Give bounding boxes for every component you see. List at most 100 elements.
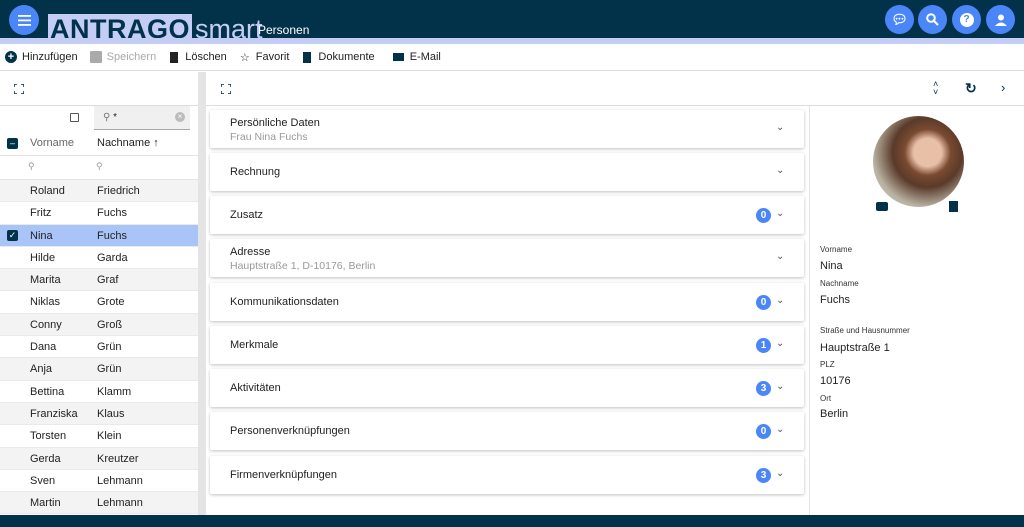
favorite-button[interactable]: ☆ Favorit	[239, 51, 290, 64]
chevron-down-icon: ⌄	[776, 468, 785, 479]
chevron-down-icon: ⌄	[776, 251, 785, 262]
section-zusatz[interactable]: Zusatz 0 ⌄	[210, 196, 804, 234]
email-button[interactable]: E-Mail	[393, 51, 441, 63]
filter-nachname-icon[interactable]: ⚲	[96, 161, 103, 172]
trash-icon	[168, 51, 180, 63]
email-label: E-Mail	[409, 51, 441, 63]
field-label: PLZ	[820, 360, 835, 369]
camera-icon[interactable]	[876, 202, 888, 211]
add-button[interactable]: + Hinzufügen	[5, 51, 78, 63]
field-value: Nina	[820, 260, 843, 272]
section-subtitle: Hauptstraße 1, D-10176, Berlin	[230, 260, 376, 272]
table-row[interactable]: Dana Grün	[0, 336, 198, 359]
column-nachname[interactable]: Nachname ↑	[97, 137, 159, 149]
star-icon: ☆	[239, 51, 250, 64]
section-merkmale[interactable]: Merkmale 1 ⌄	[210, 326, 804, 364]
chat-icon: 💬︎	[891, 11, 908, 27]
count-badge: 0	[756, 295, 771, 310]
section-personenverknüpfungen[interactable]: Personenverknüpfungen 0 ⌄	[210, 412, 804, 450]
cell-vorname: Franziska	[30, 407, 78, 420]
table-row[interactable]: ✓ Nina Fuchs	[0, 224, 198, 247]
cell-vorname: Roland	[30, 185, 65, 197]
column-filter-row: ⚲ ⚲	[0, 156, 198, 180]
add-label: Hinzufügen	[22, 51, 78, 63]
section-title: Firmenverknüpfungen	[230, 469, 338, 481]
cell-vorname: Nina	[30, 229, 53, 242]
section-subtitle: Frau Nina Fuchs	[230, 131, 308, 143]
hamburger-icon	[17, 14, 31, 26]
panel-splitter[interactable]	[198, 72, 206, 515]
cell-nachname: Grote	[97, 296, 125, 309]
next-icon[interactable]: ›	[1001, 80, 1005, 95]
cell-vorname: Martin	[30, 497, 61, 510]
chevron-down-icon: ⌄	[776, 424, 785, 435]
search-value: *	[113, 112, 118, 123]
help-button[interactable]: ?	[952, 5, 981, 34]
search-icon: ⚲	[103, 112, 114, 123]
cell-vorname: Bettina	[30, 385, 65, 398]
cell-vorname: Torsten	[30, 430, 67, 443]
cell-nachname: Grün	[97, 341, 122, 354]
trash-icon[interactable]	[949, 201, 958, 212]
clear-icon[interactable]: ×	[175, 112, 185, 122]
section-rechnung[interactable]: Rechnung ⌄	[210, 153, 804, 191]
filter-vorname-icon[interactable]: ⚲	[28, 161, 35, 172]
save-button[interactable]: Speichern	[89, 51, 156, 63]
user-button[interactable]	[986, 5, 1015, 34]
table-row[interactable]: Martin Lehmann	[0, 492, 198, 515]
chat-button[interactable]: 💬︎	[885, 5, 914, 34]
field-value: 10176	[820, 375, 851, 387]
field-value: Fuchs	[820, 294, 850, 306]
collapse-expand-icon[interactable]: ˄ ˅	[933, 80, 938, 97]
table-row[interactable]: Marita Graf	[0, 269, 198, 292]
table-row[interactable]: Gerda Kreutzer	[0, 447, 198, 470]
menu-button[interactable]	[9, 5, 39, 35]
field-label: Vorname	[820, 245, 853, 254]
table-row[interactable]: Torsten Klein	[0, 425, 198, 448]
cell-nachname: Friedrich	[97, 185, 140, 197]
refresh-icon[interactable]: ↻	[965, 80, 977, 97]
section-firmenverknüpfungen[interactable]: Firmenverknüpfungen 3 ⌄	[210, 456, 804, 494]
select-all-checkbox[interactable]: –	[7, 138, 18, 149]
person-list-panel: ⚲ * × – Vorname Nachname ↑ ⚲ ⚲ Roland Fri…	[0, 72, 198, 515]
section-persönliche-daten[interactable]: Persönliche Daten Frau Nina Fuchs ⌄	[210, 110, 804, 148]
section-title: Adresse	[230, 246, 271, 258]
table-row[interactable]: Conny Groß	[0, 313, 198, 337]
status-bar	[0, 515, 1024, 527]
cell-vorname: Niklas	[30, 296, 60, 309]
table-row[interactable]: Niklas Grote	[0, 291, 198, 314]
favorite-label: Favorit	[255, 51, 290, 63]
count-badge: 3	[756, 381, 771, 396]
section-title: Aktivitäten	[230, 382, 281, 394]
table-row[interactable]: Sven Lehmann	[0, 470, 198, 493]
search-button[interactable]	[918, 5, 947, 34]
chevron-down-icon: ⌄	[776, 381, 785, 392]
column-chooser-icon[interactable]	[70, 113, 79, 122]
section-kommunikationsdaten[interactable]: Kommunikationsdaten 0 ⌄	[210, 283, 804, 321]
cell-nachname: Lehmann	[97, 474, 143, 487]
user-icon	[994, 14, 1007, 26]
cell-vorname: Anja	[30, 363, 53, 376]
field-label: Straße und Hausnummer	[820, 326, 910, 335]
table-row[interactable]: Franziska Klaus	[0, 402, 198, 426]
chevron-down-icon: ⌄	[776, 295, 785, 306]
search-input[interactable]: ⚲ * ×	[94, 106, 190, 130]
table-row[interactable]: Roland Friedrich	[0, 180, 198, 203]
chevron-down-icon: ⌄	[776, 338, 785, 349]
documents-button[interactable]: Dokumente	[301, 51, 375, 63]
section-aktivitäten[interactable]: Aktivitäten 3 ⌄	[210, 369, 804, 407]
row-checkbox[interactable]: ✓	[7, 229, 18, 241]
fullscreen-icon[interactable]	[221, 84, 231, 94]
table-row[interactable]: Hilde Garda	[0, 247, 198, 270]
table-row[interactable]: Anja Grün	[0, 358, 198, 381]
column-vorname[interactable]: Vorname	[30, 137, 74, 149]
section-adresse[interactable]: Adresse Hauptstraße 1, D-10176, Berlin ⌄	[210, 239, 804, 277]
table-row[interactable]: Fritz Fuchs	[0, 202, 198, 225]
cell-vorname: Dana	[30, 341, 57, 354]
section-title: Rechnung	[230, 166, 281, 178]
field-value: Berlin	[820, 408, 849, 420]
documents-label: Dokumente	[318, 51, 375, 63]
table-row[interactable]: Bettina Klamm	[0, 381, 198, 403]
delete-button[interactable]: Löschen	[168, 51, 227, 63]
fullscreen-icon[interactable]	[14, 84, 24, 94]
